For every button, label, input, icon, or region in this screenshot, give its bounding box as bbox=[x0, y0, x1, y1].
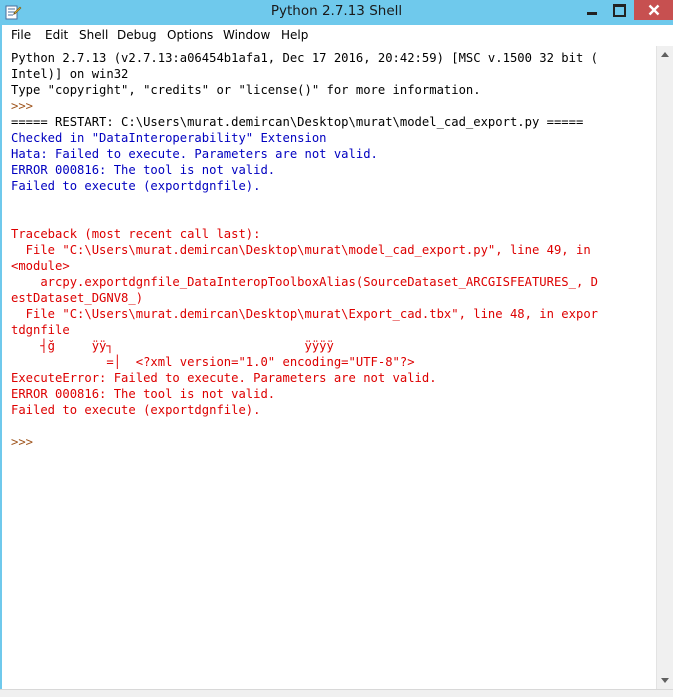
shell-line: File "C:\Users\murat.demircan\Desktop\mu… bbox=[11, 307, 598, 321]
close-button[interactable] bbox=[634, 0, 673, 20]
minimize-button[interactable] bbox=[578, 0, 605, 20]
shell-line: Checked in "DataInteroperability" Extens… bbox=[11, 131, 327, 145]
shell-line: Type "copyright", "credits" or "license(… bbox=[11, 83, 481, 97]
close-icon bbox=[648, 4, 659, 16]
shell-line: ERROR 000816: The tool is not valid. bbox=[11, 163, 276, 177]
menu-bar: File Edit Shell Debug Options Window Hel… bbox=[0, 25, 673, 46]
shell-line: Failed to execute (exportdgnfile). bbox=[11, 179, 261, 193]
scrollbar-track[interactable] bbox=[657, 63, 673, 672]
shell-text-area[interactable]: Python 2.7.13 (v2.7.13:a06454b1afa1, Dec… bbox=[6, 46, 656, 689]
scroll-up-button[interactable] bbox=[657, 46, 673, 63]
title-bar[interactable]: Python 2.7.13 Shell bbox=[0, 0, 673, 25]
shell-prompt: >>> bbox=[11, 99, 41, 113]
shell-line: =│ <?xml version="1.0" encoding="UTF-8"?… bbox=[11, 355, 415, 369]
shell-line: Traceback (most recent call last): bbox=[11, 227, 261, 241]
shell-line: estDataset_DGNV8_) bbox=[11, 291, 144, 305]
shell-line: File "C:\Users\murat.demircan\Desktop\mu… bbox=[11, 243, 598, 257]
shell-line: Hata: Failed to execute. Parameters are … bbox=[11, 147, 378, 161]
shell-line: Failed to execute (exportdgnfile). bbox=[11, 403, 261, 417]
shell-line: Intel)] on win32 bbox=[11, 67, 129, 81]
menu-file[interactable]: File bbox=[11, 28, 31, 42]
shell-prompt: >>> bbox=[11, 435, 41, 449]
maximize-icon bbox=[613, 3, 626, 17]
python-shell-window: Python 2.7.13 Shell File Edit Shell Debu… bbox=[0, 0, 673, 697]
shell-line: arcpy.exportdgnfile_DataInteropToolboxAl… bbox=[11, 275, 598, 289]
shell-line: ┤ğ ÿÿ┐ ÿÿÿÿ bbox=[11, 339, 334, 353]
shell-line: tdgnfile bbox=[11, 323, 70, 337]
menu-window[interactable]: Window bbox=[223, 28, 270, 42]
shell-line: ERROR 000816: The tool is not valid. bbox=[11, 387, 276, 401]
menu-edit[interactable]: Edit bbox=[45, 28, 68, 42]
menu-options[interactable]: Options bbox=[167, 28, 213, 42]
minimize-icon bbox=[586, 11, 597, 15]
menu-debug[interactable]: Debug bbox=[117, 28, 156, 42]
shell-line: <module> bbox=[11, 259, 70, 273]
scroll-down-arrow-icon bbox=[661, 678, 669, 683]
maximize-button[interactable] bbox=[606, 0, 633, 20]
vertical-scrollbar[interactable] bbox=[656, 46, 673, 689]
shell-line: Python 2.7.13 (v2.7.13:a06454b1afa1, Dec… bbox=[11, 51, 598, 65]
status-bar bbox=[0, 689, 673, 697]
scroll-down-button[interactable] bbox=[657, 672, 673, 689]
shell-line: ===== RESTART: C:\Users\murat.demircan\D… bbox=[11, 115, 584, 129]
shell-line: ExecuteError: Failed to execute. Paramet… bbox=[11, 371, 437, 385]
menu-help[interactable]: Help bbox=[281, 28, 308, 42]
menu-shell[interactable]: Shell bbox=[79, 28, 108, 42]
window-frame-left bbox=[0, 25, 2, 697]
scroll-up-arrow-icon bbox=[661, 52, 669, 57]
window-title: Python 2.7.13 Shell bbox=[270, 3, 403, 19]
